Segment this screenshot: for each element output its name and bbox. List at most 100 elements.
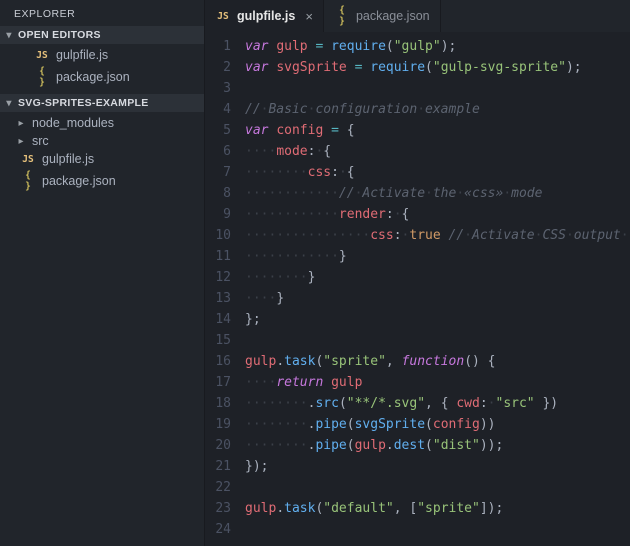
line-number: 11 [205,246,245,267]
app-root: EXPLORER ▾ OPEN EDITORS JS gulpfile.js { }… [0,0,630,546]
code-content: ········.src("**/*.svg", { cwd:·"src" }) [245,393,630,414]
code-editor[interactable]: 1var gulp = require("gulp");2var svgSpri… [205,32,630,546]
tab-label: package.json [356,9,430,23]
code-content: var config = { [245,120,630,141]
code-line[interactable]: 15 [205,330,630,351]
file-label: gulpfile.js [42,152,94,166]
open-editor-item[interactable]: JS gulpfile.js [0,46,204,64]
code-content [245,519,630,540]
code-line[interactable]: 21}); [205,456,630,477]
code-line[interactable]: 22 [205,477,630,498]
line-number: 5 [205,120,245,141]
js-file-icon: JS [215,11,231,22]
code-content: ········css:·{ [245,162,630,183]
code-line[interactable]: 24 [205,519,630,540]
code-line[interactable]: 4//·Basic·configuration·example [205,99,630,120]
chevron-right-icon: ▸ [16,136,26,147]
code-line[interactable]: 17····return gulp [205,372,630,393]
tab-bar: JS gulpfile.js × { } package.json [205,0,630,32]
line-number: 15 [205,330,245,351]
code-line[interactable]: 6····mode:·{ [205,141,630,162]
folder-item[interactable]: ▸ src [0,132,204,150]
open-editor-item[interactable]: { }package.json [0,64,204,90]
code-line[interactable]: 5var config = { [205,120,630,141]
json-file-icon: { } [334,5,350,27]
file-label: gulpfile.js [56,48,108,62]
line-number: 21 [205,456,245,477]
project-label: SVG-SPRITES-EXAMPLE [18,97,149,109]
tab-label: gulpfile.js [237,9,295,23]
code-line[interactable]: 10················css:·true //·Activate·… [205,225,630,246]
code-line[interactable]: 12········} [205,267,630,288]
code-content: ············render:·{ [245,204,630,225]
code-content: ················css:·true //·Activate·CS… [245,225,630,246]
project-file-list: ▸ node_modules ▸ src JSgulpfile.js{ }package… [0,112,204,198]
file-label: package.json [42,174,116,188]
code-content: ········} [245,267,630,288]
open-editors-header[interactable]: ▾ OPEN EDITORS [0,26,204,44]
code-content [245,330,630,351]
code-content [245,477,630,498]
folder-label: node_modules [32,116,114,130]
code-line[interactable]: 23gulp.task("default", ["sprite"]); [205,498,630,519]
editor-tab[interactable]: { } package.json [324,0,441,32]
code-content: ····mode:·{ [245,141,630,162]
line-number: 6 [205,141,245,162]
line-number: 16 [205,351,245,372]
editor-tab[interactable]: JS gulpfile.js × [205,0,324,32]
code-content: var gulp = require("gulp"); [245,36,630,57]
code-line[interactable]: 13····} [205,288,630,309]
code-line[interactable]: 2var svgSprite = require("gulp-svg-sprit… [205,57,630,78]
code-line[interactable]: 20········.pipe(gulp.dest("dist")); [205,435,630,456]
line-number: 20 [205,435,245,456]
line-number: 13 [205,288,245,309]
file-item[interactable]: JSgulpfile.js [0,150,204,168]
code-line[interactable]: 19········.pipe(svgSprite(config)) [205,414,630,435]
code-content: ····return gulp [245,372,630,393]
code-content: ········.pipe(svgSprite(config)) [245,414,630,435]
line-number: 2 [205,57,245,78]
line-number: 4 [205,99,245,120]
code-line[interactable]: 8············//·Activate·the·«css»·mode [205,183,630,204]
code-content: ············} [245,246,630,267]
line-number: 3 [205,78,245,99]
file-item[interactable]: { }package.json [0,168,204,194]
editor-pane: JS gulpfile.js × { } package.json 1var gulp … [205,0,630,546]
code-line[interactable]: 7········css:·{ [205,162,630,183]
line-number: 22 [205,477,245,498]
line-number: 10 [205,225,245,246]
code-content: //·Basic·configuration·example [245,99,630,120]
line-number: 14 [205,309,245,330]
explorer-sidebar: EXPLORER ▾ OPEN EDITORS JS gulpfile.js { }… [0,0,205,546]
code-content: ····} [245,288,630,309]
line-number: 19 [205,414,245,435]
code-line[interactable]: 11············} [205,246,630,267]
code-line[interactable]: 9············render:·{ [205,204,630,225]
js-file-icon: JS [34,50,50,61]
code-line[interactable]: 16gulp.task("sprite", function() { [205,351,630,372]
line-number: 18 [205,393,245,414]
code-content: ········.pipe(gulp.dest("dist")); [245,435,630,456]
code-line[interactable]: 18········.src("**/*.svg", { cwd:·"src" … [205,393,630,414]
explorer-title: EXPLORER [0,0,204,26]
line-number: 24 [205,519,245,540]
open-editors-list: JS gulpfile.js { }package.json [0,44,204,94]
code-content: }; [245,309,630,330]
folder-item[interactable]: ▸ node_modules [0,114,204,132]
code-content: }); [245,456,630,477]
code-line[interactable]: 1var gulp = require("gulp"); [205,36,630,57]
code-content [245,78,630,99]
chevron-right-icon: ▸ [16,118,26,129]
code-line[interactable]: 3 [205,78,630,99]
code-content: gulp.task("sprite", function() { [245,351,630,372]
line-number: 9 [205,204,245,225]
code-line[interactable]: 14}; [205,309,630,330]
line-number: 8 [205,183,245,204]
json-file-icon: { } [34,66,50,88]
line-number: 1 [205,36,245,57]
folder-label: src [32,134,49,148]
close-icon[interactable]: × [301,9,313,24]
code-content: ············//·Activate·the·«css»·mode [245,183,630,204]
code-content: gulp.task("default", ["sprite"]); [245,498,630,519]
project-header[interactable]: ▾ SVG-SPRITES-EXAMPLE [0,94,204,112]
